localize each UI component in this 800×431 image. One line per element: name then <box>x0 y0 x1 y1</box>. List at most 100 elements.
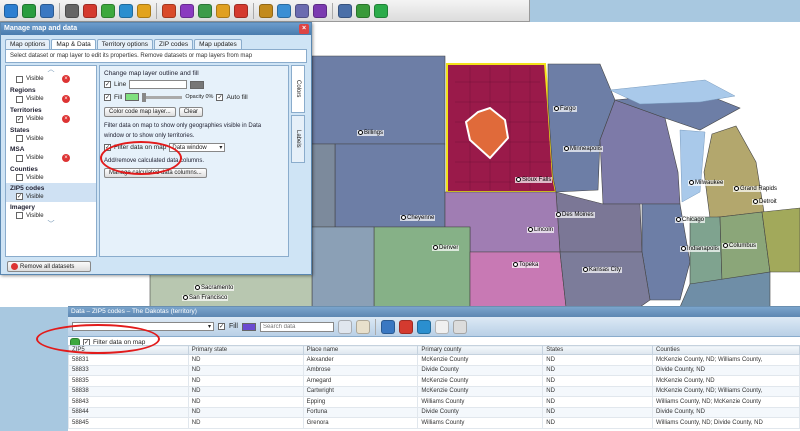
region-colorado[interactable] <box>373 226 471 307</box>
color-code-button[interactable]: Color code map layer... <box>104 107 176 117</box>
table-row[interactable]: 58843 ND Epping Williams County ND Williams C… <box>68 396 800 408</box>
filter-icon[interactable] <box>355 319 370 334</box>
fill-checkbox-grid[interactable]: ✓ <box>218 323 225 330</box>
manage-calc-columns-button[interactable]: Manage calculated data columns... <box>104 168 207 178</box>
tab-map-updates[interactable]: Map updates <box>194 39 242 49</box>
visible-checkbox[interactable]: ✓ <box>16 193 23 200</box>
visible-checkbox[interactable] <box>16 174 23 181</box>
dataset-category[interactable]: Imagery <box>6 202 96 211</box>
column-header[interactable]: Place name <box>302 345 419 355</box>
dataset-category[interactable]: States <box>6 125 96 134</box>
dataset-category[interactable]: Counties <box>6 164 96 173</box>
filter-source-dropdown[interactable]: Data window ▾ <box>169 143 226 152</box>
line-checkbox[interactable]: ✓ <box>104 81 111 88</box>
fill-checkbox[interactable]: ✓ <box>104 93 111 101</box>
tab-territory-options[interactable]: Territory options <box>96 39 153 49</box>
map-data-icon[interactable] <box>380 319 395 334</box>
dataset-row[interactable]: Visible <box>6 211 96 221</box>
dataset-category[interactable]: Regions <box>6 85 96 94</box>
remove-dataset-icon[interactable]: × <box>62 95 70 103</box>
remove-all-button[interactable]: Remove all datasets <box>7 261 91 272</box>
visible-checkbox[interactable] <box>16 75 23 83</box>
search-input[interactable] <box>259 321 334 332</box>
dataset-row[interactable]: Visible <box>6 173 96 183</box>
region-kansas[interactable] <box>469 251 567 307</box>
pin-icon[interactable] <box>83 3 97 18</box>
side-tab-labels[interactable]: Labels <box>291 115 305 163</box>
folder-icon[interactable] <box>259 3 273 18</box>
open-icon[interactable] <box>22 3 36 18</box>
distance-icon[interactable] <box>295 3 309 18</box>
remove-dataset-icon[interactable]: × <box>62 154 70 162</box>
ruler-icon[interactable] <box>313 3 327 18</box>
table-row[interactable]: 58831 ND Alexander McKenzie County ND McKenzi… <box>68 354 800 366</box>
column-header[interactable]: ZIP5 <box>68 345 189 355</box>
scroll-down-icon[interactable]: ﹀ <box>6 221 96 229</box>
new-map-icon[interactable] <box>4 3 18 18</box>
visible-checkbox[interactable] <box>16 154 23 162</box>
column-header[interactable]: Primary state <box>187 345 304 355</box>
line-style-dropdown[interactable] <box>129 80 188 89</box>
clear-search-icon[interactable] <box>337 319 352 334</box>
dataset-category[interactable]: Territories <box>6 105 96 114</box>
tab-map-data[interactable]: Map & Data <box>51 39 96 49</box>
dataset-category[interactable]: ZIP5 codes <box>6 183 96 192</box>
dataset-row[interactable]: ✓ Visible <box>6 192 96 202</box>
visible-checkbox[interactable] <box>16 135 23 142</box>
panel-title-bar[interactable]: Manage map and data × <box>1 23 311 35</box>
dataset-row[interactable]: Visible × <box>6 94 96 105</box>
column-header[interactable]: Primary county <box>417 345 544 355</box>
scroll-up-icon[interactable]: ︿ <box>6 66 96 74</box>
columns-icon[interactable] <box>452 319 467 334</box>
zoom-icon[interactable] <box>277 3 291 18</box>
table-row[interactable]: 58845 ND Grenora Williams County ND Williams … <box>68 417 800 429</box>
region-utah[interactable] <box>311 226 375 307</box>
visible-checkbox[interactable] <box>16 212 23 219</box>
save-icon[interactable] <box>40 3 54 18</box>
side-tab-colors[interactable]: Colors <box>291 65 305 113</box>
close-icon[interactable]: × <box>299 24 309 34</box>
data-icon[interactable] <box>101 3 115 18</box>
dataset-select[interactable]: ▾ <box>72 322 214 331</box>
print-icon[interactable] <box>65 3 79 18</box>
territory-data-icon[interactable] <box>416 319 431 334</box>
table-row[interactable]: 58833 ND Ambrose Divide County ND Divide Coun… <box>68 364 800 376</box>
opacity-slider[interactable] <box>142 92 183 102</box>
dataset-category[interactable]: MSA <box>6 144 96 153</box>
grid-fill-swatch[interactable] <box>241 322 256 331</box>
route-icon[interactable] <box>137 3 151 18</box>
remove-dataset-icon[interactable]: × <box>62 115 70 123</box>
shape-icon[interactable] <box>198 3 212 18</box>
visible-checkbox[interactable]: ✓ <box>16 115 23 123</box>
table-row[interactable]: 58838 ND Cartwright McKenzie County ND McKenz… <box>68 385 800 397</box>
help-icon[interactable] <box>374 3 388 18</box>
region-missouri[interactable] <box>559 251 651 307</box>
dataset-row[interactable]: ✓ Visible × <box>6 114 96 125</box>
dataset-row[interactable]: Visible × <box>6 153 96 164</box>
dataset-row[interactable]: Visible × <box>6 74 96 85</box>
table-row[interactable]: 58835 ND Arnegard McKenzie County ND McKenzie… <box>68 375 800 387</box>
table-row[interactable]: 58844 ND Fortuna Divide County ND Divide Coun… <box>68 406 800 418</box>
clear-button[interactable]: Clear <box>178 107 204 117</box>
fill-color-swatch[interactable] <box>125 93 140 101</box>
slider-thumb[interactable] <box>142 92 147 102</box>
delete-icon[interactable] <box>234 3 248 18</box>
line-color-swatch[interactable] <box>190 80 205 89</box>
radius-icon[interactable] <box>216 3 230 18</box>
tab-map-options[interactable]: Map options <box>5 39 51 49</box>
column-header[interactable]: States <box>542 345 654 355</box>
territory-icon[interactable] <box>162 3 176 18</box>
globe-icon[interactable] <box>119 3 133 18</box>
export-icon[interactable] <box>434 319 449 334</box>
visible-checkbox[interactable] <box>16 95 23 103</box>
add-data-icon[interactable] <box>398 319 413 334</box>
column-header[interactable]: Counties <box>652 345 800 355</box>
dataset-row[interactable]: Visible <box>6 134 96 144</box>
tab-zip-codes[interactable]: ZIP codes <box>154 39 194 49</box>
autofill-checkbox[interactable]: ✓ <box>216 93 224 101</box>
color-icon[interactable] <box>180 3 194 18</box>
region-idaho[interactable] <box>311 143 336 228</box>
remove-dataset-icon[interactable]: × <box>62 75 70 83</box>
layers-icon[interactable] <box>338 3 352 18</box>
filter-map-checkbox[interactable]: ✓ <box>104 144 111 151</box>
